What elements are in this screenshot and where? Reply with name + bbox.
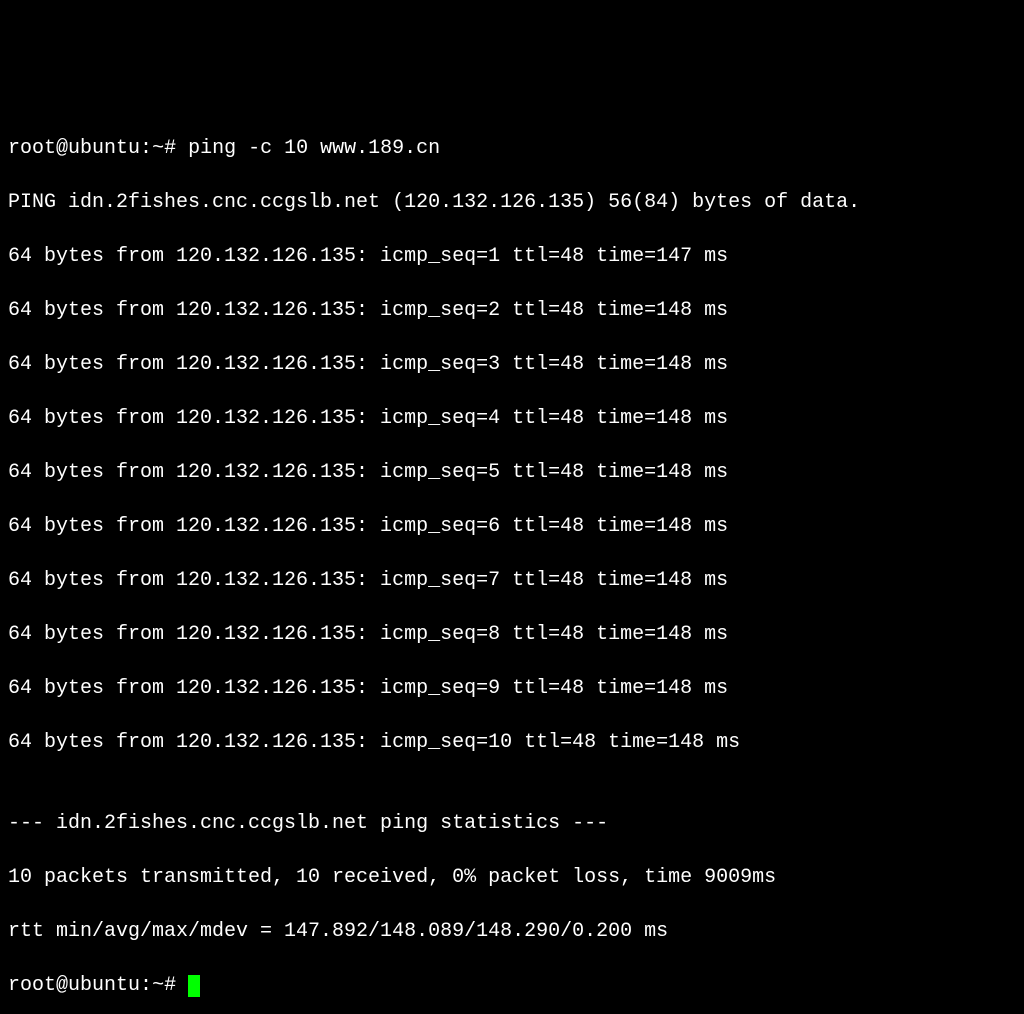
- prompt-at: @: [56, 974, 68, 997]
- prompt-hash: #: [164, 137, 176, 160]
- ping-reply: 64 bytes from 120.132.126.135: icmp_seq=…: [8, 405, 1016, 432]
- stats-rtt: rtt min/avg/max/mdev = 147.892/148.089/1…: [8, 918, 1016, 945]
- prompt-hash: #: [164, 974, 176, 997]
- ping-reply: 64 bytes from 120.132.126.135: icmp_seq=…: [8, 621, 1016, 648]
- final-space: [176, 974, 188, 997]
- ping-reply: 64 bytes from 120.132.126.135: icmp_seq=…: [8, 675, 1016, 702]
- prompt-colon: :: [140, 137, 152, 160]
- command-line: root@ubuntu:~# ping -c 10 www.189.cn: [8, 135, 1016, 162]
- prompt-colon: :: [140, 974, 152, 997]
- ping-reply: 64 bytes from 120.132.126.135: icmp_seq=…: [8, 567, 1016, 594]
- prompt-line: root@ubuntu:~#: [8, 972, 1016, 999]
- ping-reply: 64 bytes from 120.132.126.135: icmp_seq=…: [8, 297, 1016, 324]
- prompt-user: root: [8, 137, 56, 160]
- prompt-path: ~: [152, 974, 164, 997]
- ping-header: PING idn.2fishes.cnc.ccgslb.net (120.132…: [8, 189, 1016, 216]
- cursor-icon[interactable]: [188, 975, 200, 997]
- terminal-output[interactable]: root@ubuntu:~# ping -c 10 www.189.cn PIN…: [0, 108, 1024, 1014]
- stats-packets: 10 packets transmitted, 10 received, 0% …: [8, 864, 1016, 891]
- stats-header: --- idn.2fishes.cnc.ccgslb.net ping stat…: [8, 810, 1016, 837]
- ping-reply: 64 bytes from 120.132.126.135: icmp_seq=…: [8, 513, 1016, 540]
- prompt-path: ~: [152, 137, 164, 160]
- prompt-at: @: [56, 137, 68, 160]
- ping-reply: 64 bytes from 120.132.126.135: icmp_seq=…: [8, 459, 1016, 486]
- ping-reply: 64 bytes from 120.132.126.135: icmp_seq=…: [8, 351, 1016, 378]
- ping-reply: 64 bytes from 120.132.126.135: icmp_seq=…: [8, 243, 1016, 270]
- command-text: ping -c 10 www.189.cn: [176, 137, 440, 160]
- ping-reply: 64 bytes from 120.132.126.135: icmp_seq=…: [8, 729, 1016, 756]
- prompt-user: root: [8, 974, 56, 997]
- prompt-host: ubuntu: [68, 137, 140, 160]
- prompt-host: ubuntu: [68, 974, 140, 997]
